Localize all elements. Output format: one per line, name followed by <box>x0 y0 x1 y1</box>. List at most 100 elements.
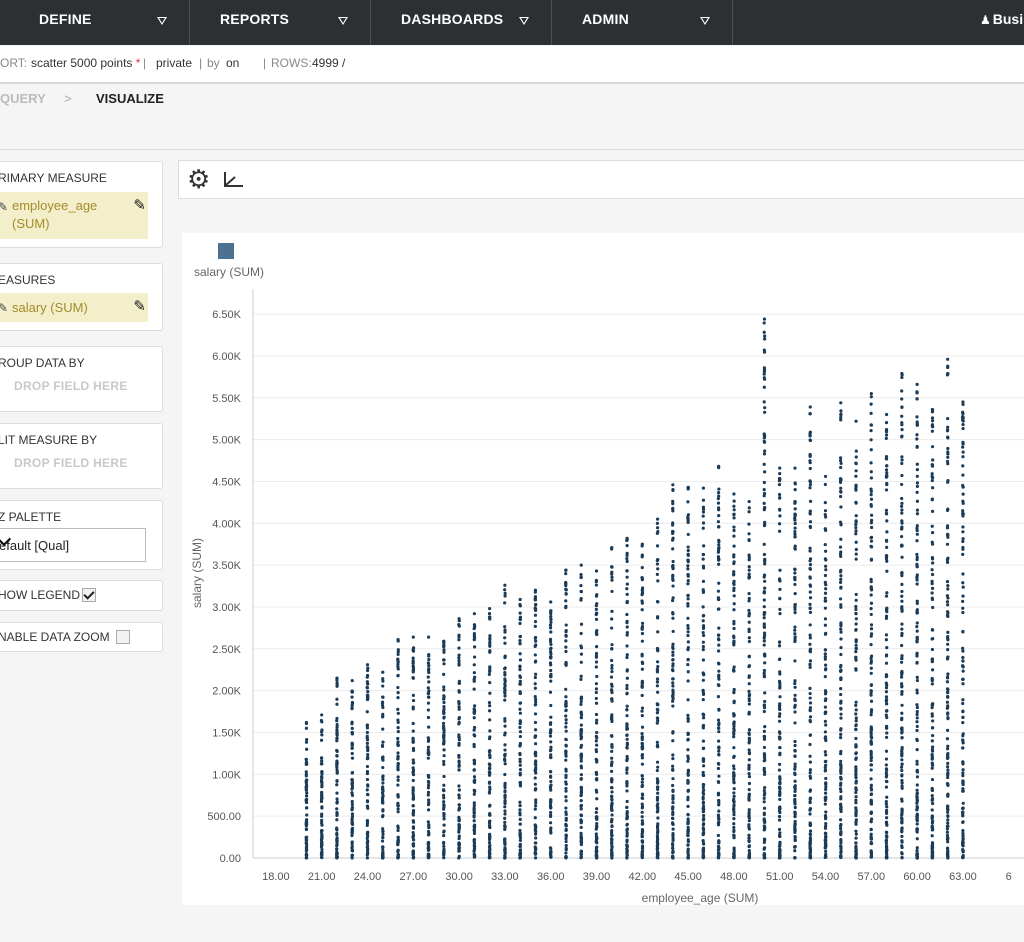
data-point <box>594 721 599 725</box>
data-point <box>518 856 522 860</box>
data-point <box>610 589 614 594</box>
data-point <box>762 806 767 810</box>
crumb-query[interactable]: QUERY <box>0 91 46 106</box>
edit-icon[interactable]: ✎ <box>133 196 146 214</box>
data-point <box>641 777 645 781</box>
data-point <box>701 630 705 635</box>
edit-icon[interactable]: ✎ <box>133 297 146 315</box>
data-point <box>533 620 538 624</box>
data-point <box>747 689 751 693</box>
axis-icon[interactable] <box>223 171 245 187</box>
y-tick-label: 4.50K <box>212 476 241 488</box>
data-point <box>564 843 568 848</box>
data-zoom-checkbox[interactable] <box>116 630 130 644</box>
data-point <box>777 578 782 582</box>
data-point <box>793 513 797 517</box>
data-point <box>915 635 919 639</box>
data-point <box>732 594 736 598</box>
data-point <box>595 645 599 649</box>
data-point <box>365 723 369 727</box>
data-point <box>961 669 965 673</box>
x-tick-label: 45.00 <box>674 871 702 883</box>
data-point <box>442 704 446 709</box>
data-point <box>762 480 766 485</box>
data-point <box>701 697 705 702</box>
data-point <box>442 788 446 793</box>
data-point <box>670 523 675 527</box>
data-point <box>701 510 706 514</box>
data-point <box>824 631 828 635</box>
data-point <box>762 591 766 595</box>
data-point <box>396 662 400 666</box>
data-point <box>701 678 705 682</box>
data-point <box>610 572 614 576</box>
data-point <box>564 695 568 699</box>
primary-measure-field[interactable]: ✎ employee_age (SUM) ✎ <box>0 192 148 239</box>
data-point <box>625 683 629 688</box>
data-point <box>869 753 873 757</box>
data-point <box>930 668 935 672</box>
data-point <box>808 642 812 646</box>
data-point <box>915 562 919 567</box>
nav-define[interactable]: DEFINE <box>0 0 190 45</box>
data-point <box>564 572 568 576</box>
data-point <box>533 735 537 739</box>
data-point <box>625 653 629 657</box>
nav-admin[interactable]: ADMIN <box>552 0 733 45</box>
data-point <box>716 661 721 665</box>
data-point <box>945 728 950 732</box>
data-point <box>610 575 614 579</box>
data-point <box>808 633 812 637</box>
data-point <box>823 846 827 850</box>
data-point <box>625 569 629 573</box>
data-point <box>961 664 965 668</box>
data-point <box>381 850 385 855</box>
data-point <box>564 806 568 810</box>
data-point <box>473 788 477 793</box>
gear-icon[interactable]: ⚙ <box>187 165 210 193</box>
primary-measure-title: RIMARY MEASURE <box>0 171 107 185</box>
data-point <box>518 664 522 668</box>
data-point <box>854 607 858 612</box>
data-point <box>900 582 904 586</box>
data-point <box>350 781 355 785</box>
data-point <box>793 693 797 697</box>
data-point <box>701 521 706 525</box>
data-point <box>869 792 874 796</box>
data-point <box>640 754 644 758</box>
data-point <box>686 748 690 752</box>
data-point <box>518 652 522 656</box>
split-by-dropzone[interactable]: DROP FIELD HERE <box>14 456 128 470</box>
data-point <box>854 727 858 732</box>
data-point <box>762 372 766 376</box>
data-point <box>564 738 568 742</box>
data-point <box>655 847 659 852</box>
data-point <box>839 692 843 697</box>
palette-select[interactable]: efault [Qual] <box>0 528 146 562</box>
data-point <box>808 833 813 837</box>
data-point <box>335 847 339 851</box>
measure-field[interactable]: ✎ salary (SUM) ✎ <box>0 293 148 322</box>
data-point <box>900 609 904 613</box>
data-point <box>594 748 598 752</box>
nav-reports[interactable]: REPORTS <box>190 0 371 45</box>
nav-dashboards[interactable]: DASHBOARDS <box>371 0 552 45</box>
user-menu[interactable]: ♟ Busi <box>980 11 1024 27</box>
data-point <box>625 599 629 604</box>
data-point <box>900 571 904 575</box>
legend-swatch[interactable] <box>218 243 234 259</box>
data-point <box>808 610 813 614</box>
field-aggregation: (SUM) <box>12 216 50 231</box>
data-point <box>488 825 492 830</box>
data-point <box>671 731 675 735</box>
group-by-dropzone[interactable]: DROP FIELD HERE <box>14 379 128 393</box>
data-point <box>793 532 797 536</box>
data-point <box>579 777 583 781</box>
data-point <box>609 675 614 679</box>
data-point <box>808 701 813 705</box>
show-legend-checkbox[interactable] <box>82 588 96 602</box>
data-point <box>534 742 538 746</box>
data-point <box>732 626 736 631</box>
data-point <box>869 671 873 675</box>
data-point <box>487 762 491 766</box>
